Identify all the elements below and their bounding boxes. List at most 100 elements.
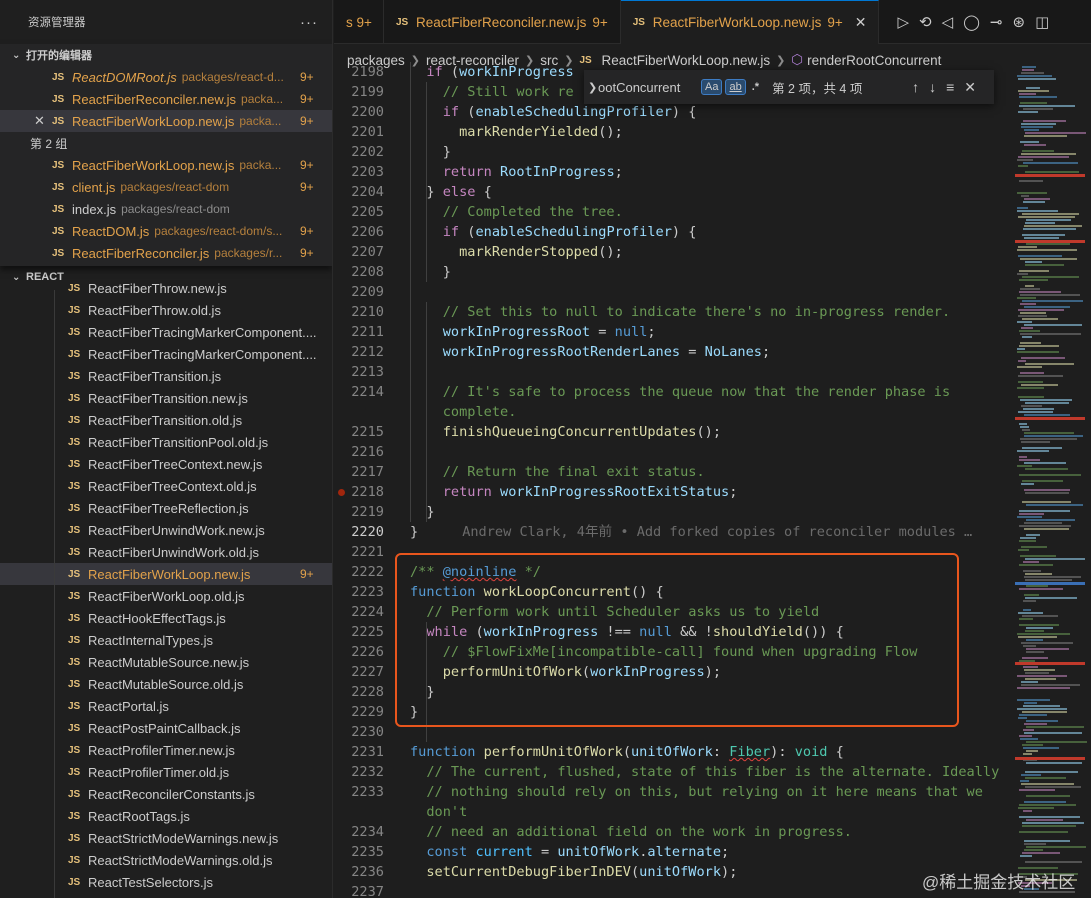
open-changes-icon[interactable]: ⊸	[990, 13, 1003, 31]
code-line: complete.	[334, 402, 1011, 422]
match-case-toggle[interactable]: Aa	[701, 79, 723, 95]
open-editor-path: packa...	[239, 114, 282, 128]
file-tree-item[interactable]: JS ReactProfilerTimer.new.js	[0, 739, 332, 761]
open-editor-item[interactable]: JS ReactDOM.js packages/react-dom/s... 9+	[0, 220, 332, 242]
minimap-line	[1018, 381, 1043, 383]
file-tree-item[interactable]: JS ReactInternalTypes.js	[0, 629, 332, 651]
code-text: }	[410, 504, 435, 520]
line-number: 2210	[351, 304, 384, 320]
git-compare-icon[interactable]: ⊛	[1013, 13, 1026, 31]
file-tree-item[interactable]: JS ReactFiberWorkLoop.new.js 9+	[0, 563, 332, 585]
file-tree-item[interactable]: JS ReactFiberTreeReflection.js	[0, 497, 332, 519]
code-line: 2201 markRenderYielded();	[334, 122, 1011, 142]
close-icon[interactable]: ✕	[34, 113, 45, 129]
file-tree-item[interactable]: JS ReactPortal.js	[0, 695, 332, 717]
file-tree-item[interactable]: JS ReactFiberUnwindWork.old.js	[0, 541, 332, 563]
open-editor-path: packages/r...	[214, 246, 283, 260]
problems-badge: 9+	[300, 180, 314, 194]
code-text: setCurrentDebugFiberInDEV(unitOfWork);	[426, 864, 738, 880]
minimap-line	[1026, 651, 1044, 653]
open-editor-item[interactable]: JS ReactFiberWorkLoop.new.js packa... 9+	[0, 154, 332, 176]
code-text: // It's safe to process the queue now th…	[442, 384, 951, 400]
file-tree-item[interactable]: JS ReactFiberThrow.old.js	[0, 299, 332, 321]
minimap-line	[1020, 855, 1032, 857]
open-editors-section-header[interactable]: ⌄ 打开的编辑器	[0, 44, 332, 66]
file-tree-item[interactable]: JS ReactFiberTransition.old.js	[0, 409, 332, 431]
open-editor-item[interactable]: JS ReactFiberReconciler.new.js packa... 9+	[0, 88, 332, 110]
file-tree-item[interactable]: JS ReactRootTags.js	[0, 805, 332, 827]
minimap-line	[1019, 345, 1059, 347]
go-back-icon[interactable]: ◁	[942, 13, 954, 31]
find-input[interactable]: ootConcurrent	[598, 80, 698, 95]
code-editor[interactable]: 2198 if (workInProgress 2199 // Still wor…	[334, 62, 1011, 898]
open-editor-item[interactable]: ✕ JS ReactFiberWorkLoop.new.js packa... 9+	[0, 110, 332, 132]
find-in-selection-icon[interactable]: ≡	[946, 79, 954, 95]
run-icon[interactable]: ▷	[897, 13, 909, 31]
minimap-line	[1024, 237, 1059, 239]
file-tree-item[interactable]: JS ReactFiberTreeContext.old.js	[0, 475, 332, 497]
minimap-line	[1019, 180, 1043, 182]
open-editor-item[interactable]: JS index.js packages/react-dom	[0, 198, 332, 220]
file-tree-item[interactable]: JS ReactFiberTransition.new.js	[0, 387, 332, 409]
split-editor-icon[interactable]: ◫	[1035, 13, 1049, 31]
close-icon[interactable]: ✕	[964, 79, 976, 96]
file-tree-item[interactable]: JS ReactMutableSource.new.js	[0, 651, 332, 673]
minimap[interactable]	[1011, 62, 1091, 898]
file-tree-item[interactable]: JS ReactFiberTreeContext.new.js	[0, 453, 332, 475]
file-tree-item[interactable]: JS ReactStrictModeWarnings.old.js	[0, 849, 332, 871]
open-editor-item[interactable]: JS ReactFiberReconciler.js packages/r... 9+	[0, 242, 332, 264]
line-number: 2209	[351, 284, 384, 300]
file-tree-item[interactable]: JS ReactFiberThrow.new.js	[0, 277, 332, 299]
minimap-line	[1023, 228, 1076, 230]
minimap-line	[1017, 207, 1028, 209]
js-file-icon: JS	[68, 436, 81, 448]
minimap-line	[1018, 807, 1054, 809]
open-editor-item[interactable]: JS client.js packages/react-dom 9+	[0, 176, 332, 198]
code-line: 2207 markRenderStopped();	[334, 242, 1011, 262]
minimap-line	[1020, 738, 1038, 740]
file-tree-item[interactable]: JS ReactFiberTransition.js	[0, 365, 332, 387]
more-actions-icon[interactable]: ···	[300, 14, 318, 31]
code-line: 2235 const current = unitOfWork.alternat…	[334, 842, 1011, 862]
minimap-line	[1018, 90, 1049, 92]
match-whole-word-toggle[interactable]: ab	[725, 79, 746, 95]
arrow-down-icon[interactable]: ↓	[929, 79, 936, 95]
file-tree-item[interactable]: JS ReactProfilerTimer.old.js	[0, 761, 332, 783]
file-tree-item[interactable]: JS ReactStrictModeWarnings.new.js	[0, 827, 332, 849]
editor-tab[interactable]: JS ReactFiberReconciler.new.js 9+	[384, 0, 621, 44]
file-tree-item[interactable]: JS ReactFiberTracingMarkerComponent....	[0, 321, 332, 343]
minimap-line	[1026, 846, 1086, 848]
editor-tab[interactable]: JS ReactFiberWorkLoop.new.js 9+ ✕	[620, 0, 880, 44]
minimap-line	[1024, 801, 1066, 803]
file-tree-item[interactable]: JS ReactPostPaintCallback.js	[0, 717, 332, 739]
timeline-icon[interactable]: ⟲	[919, 13, 932, 31]
code-text: don't	[426, 804, 468, 820]
close-icon[interactable]: ✕	[855, 14, 867, 31]
file-tree-item[interactable]: JS ReactFiberTransitionPool.old.js	[0, 431, 332, 453]
minimap-line	[1025, 672, 1049, 674]
minimap-line	[1026, 720, 1058, 722]
minimap-line	[1024, 324, 1082, 326]
open-editor-item[interactable]: JS ReactDOMRoot.js packages/react-d... 9+	[0, 66, 332, 88]
minimap-line	[1026, 243, 1070, 245]
toggle-replace-icon[interactable]: ❯	[584, 81, 598, 94]
file-tree-item[interactable]: JS ReactFiberWorkLoop.old.js	[0, 585, 332, 607]
code-text: if (workInProgress	[426, 64, 574, 80]
file-tree-item[interactable]: JS ReactHookEffectTags.js	[0, 607, 332, 629]
line-number: 2236	[351, 864, 384, 880]
file-tree-item[interactable]: JS ReactFiberUnwindWork.new.js	[0, 519, 332, 541]
arrow-up-icon[interactable]: ↑	[912, 79, 919, 95]
file-tree-item[interactable]: JS ReactMutableSource.old.js	[0, 673, 332, 695]
open-editor-path: packages/react-d...	[181, 70, 284, 84]
use-regex-toggle[interactable]: .*	[749, 80, 762, 94]
editor-tab[interactable]: s 9+	[334, 0, 384, 44]
minimap-line	[1022, 69, 1034, 71]
problems-badge: 9+	[300, 246, 314, 260]
file-tree-item[interactable]: JS ReactFiberTracingMarkerComponent....	[0, 343, 332, 365]
code-line: 2211 workInProgressRoot = null;	[334, 322, 1011, 342]
file-tree-item[interactable]: JS ReactReconcilerConstants.js	[0, 783, 332, 805]
minimap-line	[1021, 405, 1042, 407]
js-file-icon: JS	[68, 634, 81, 646]
go-forward-icon[interactable]: ◯	[963, 13, 980, 31]
file-tree-item[interactable]: JS ReactTestSelectors.js	[0, 871, 332, 893]
